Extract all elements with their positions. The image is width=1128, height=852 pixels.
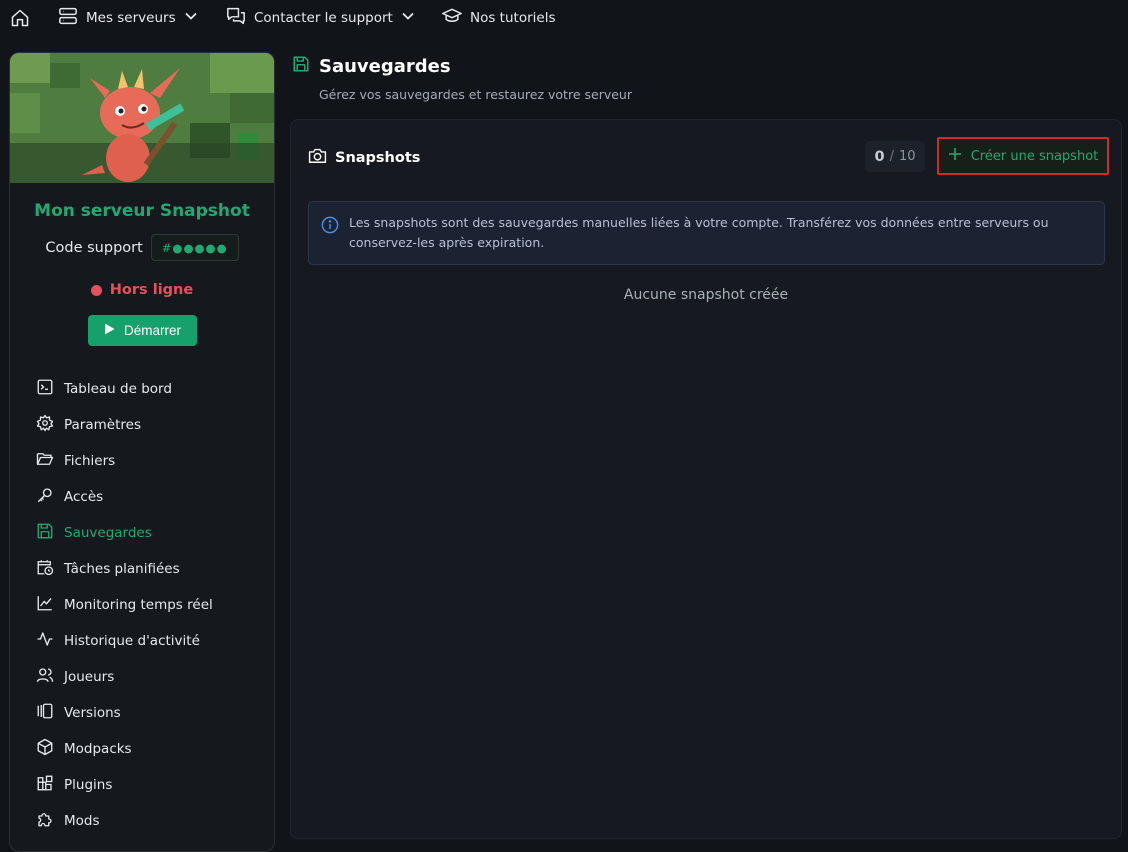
sidebar-item-modpacks[interactable]: Modpacks	[10, 731, 274, 767]
support-code-badge[interactable]: #●●●●●	[150, 234, 239, 261]
save-icon	[292, 55, 310, 78]
support-menu-label: Contacter le support	[254, 10, 393, 26]
support-menu[interactable]: Contacter le support	[226, 0, 415, 36]
server-name: Mon serveur Snapshot	[34, 201, 250, 221]
sidebar-item-monitoring[interactable]: Monitoring temps réel	[10, 587, 274, 623]
snapshots-title: Snapshots	[335, 149, 421, 166]
page-title: Sauvegardes	[319, 56, 451, 77]
users-icon	[36, 666, 54, 688]
sidebar-item-label: Historique d'activité	[64, 633, 200, 649]
snapshot-counter: 0 / 10	[865, 141, 925, 172]
sidebar-item-files[interactable]: Fichiers	[10, 443, 274, 479]
sidebar-item-label: Sauvegardes	[64, 525, 152, 541]
sidebar-nav: Tableau de bord Paramètres Fichiers Accè…	[10, 371, 274, 839]
create-snapshot-button[interactable]: Créer une snapshot	[937, 137, 1109, 175]
terminal-icon	[36, 378, 54, 400]
servers-menu-label: Mes serveurs	[86, 10, 176, 26]
start-server-label: Démarrer	[123, 323, 181, 338]
sidebar-item-label: Monitoring temps réel	[64, 597, 213, 613]
line-chart-icon	[36, 594, 54, 616]
sidebar-item-access[interactable]: Accès	[10, 479, 274, 515]
chevron-down-icon	[184, 9, 198, 27]
sidebar-item-settings[interactable]: Paramètres	[10, 407, 274, 443]
status-label: Hors ligne	[109, 282, 194, 298]
top-navigation: Mes serveurs Contacter le support Nos tu…	[0, 0, 1128, 36]
calendar-clock-icon	[36, 558, 54, 580]
key-icon	[36, 486, 54, 508]
home-icon[interactable]	[10, 8, 30, 28]
blocks-icon	[36, 774, 54, 796]
support-code-row: Code support #●●●●●	[10, 234, 274, 261]
empty-state-text: Aucune snapshot créée	[623, 287, 789, 303]
sidebar-item-scheduled-tasks[interactable]: Tâches planifiées	[10, 551, 274, 587]
play-icon	[104, 323, 115, 338]
sidebar-item-label: Joueurs	[64, 669, 115, 685]
servers-icon	[58, 7, 78, 29]
cube-icon	[36, 738, 54, 760]
sidebar-item-versions[interactable]: Versions	[10, 695, 274, 731]
camera-icon	[308, 147, 327, 168]
sidebar-item-backups[interactable]: Sauvegardes	[10, 515, 274, 551]
sidebar-item-label: Plugins	[64, 777, 113, 793]
snapshot-count-current: 0	[874, 148, 885, 165]
sidebar-item-label: Fichiers	[64, 453, 116, 469]
folder-icon	[36, 450, 54, 472]
info-icon	[321, 216, 339, 240]
snapshot-info-alert: Les snapshots sont des sauvegardes manue…	[308, 201, 1105, 265]
server-sidebar: Mon serveur Snapshot Code support #●●●●●…	[9, 52, 275, 852]
snapshots-title-row: Snapshots	[308, 147, 420, 168]
support-code-label: Code support	[45, 239, 143, 256]
sidebar-item-label: Accès	[64, 489, 104, 505]
page-subtitle: Gérez vos sauvegardes et restaurez votre…	[319, 87, 632, 102]
info-text: Les snapshots sont des sauvegardes manue…	[349, 215, 1049, 250]
start-server-button[interactable]: Démarrer	[88, 315, 197, 346]
sidebar-item-activity-history[interactable]: Historique d'activité	[10, 623, 274, 659]
plus-icon	[948, 147, 962, 165]
tutorials-label: Nos tutoriels	[470, 10, 556, 26]
snapshot-count-max: 10	[898, 149, 916, 164]
activity-icon	[36, 630, 54, 652]
sidebar-item-label: Paramètres	[64, 417, 141, 433]
graduation-cap-icon	[442, 8, 462, 28]
tutorials-link[interactable]: Nos tutoriels	[442, 0, 555, 36]
status-dot	[90, 284, 102, 296]
chat-icon	[226, 7, 246, 29]
servers-menu[interactable]: Mes serveurs	[58, 0, 198, 36]
versions-icon	[36, 702, 54, 724]
sidebar-item-plugins[interactable]: Plugins	[10, 767, 274, 803]
snapshots-panel: Snapshots 0 / 10 Créer une snapshot Les …	[290, 119, 1122, 839]
gear-icon	[36, 414, 54, 436]
create-snapshot-label: Créer une snapshot	[970, 148, 1099, 164]
sidebar-item-dashboard[interactable]: Tableau de bord	[10, 371, 274, 407]
sidebar-item-label: Mods	[64, 813, 100, 829]
page-header: Sauvegardes Gérez vos sauvegardes et res…	[292, 55, 632, 102]
sidebar-item-label: Modpacks	[64, 741, 132, 757]
snapshot-count-separator: /	[889, 149, 894, 164]
chevron-down-icon	[401, 9, 415, 27]
server-status: Hors ligne	[10, 282, 274, 298]
sidebar-item-label: Tableau de bord	[64, 381, 172, 397]
sidebar-item-mods[interactable]: Mods	[10, 803, 274, 839]
sidebar-item-label: Versions	[64, 705, 121, 721]
sidebar-item-label: Tâches planifiées	[64, 561, 180, 577]
sidebar-item-players[interactable]: Joueurs	[10, 659, 274, 695]
puzzle-icon	[36, 810, 54, 832]
save-icon	[36, 522, 54, 544]
server-banner-image	[10, 53, 274, 183]
page-title-row: Sauvegardes	[292, 55, 451, 78]
